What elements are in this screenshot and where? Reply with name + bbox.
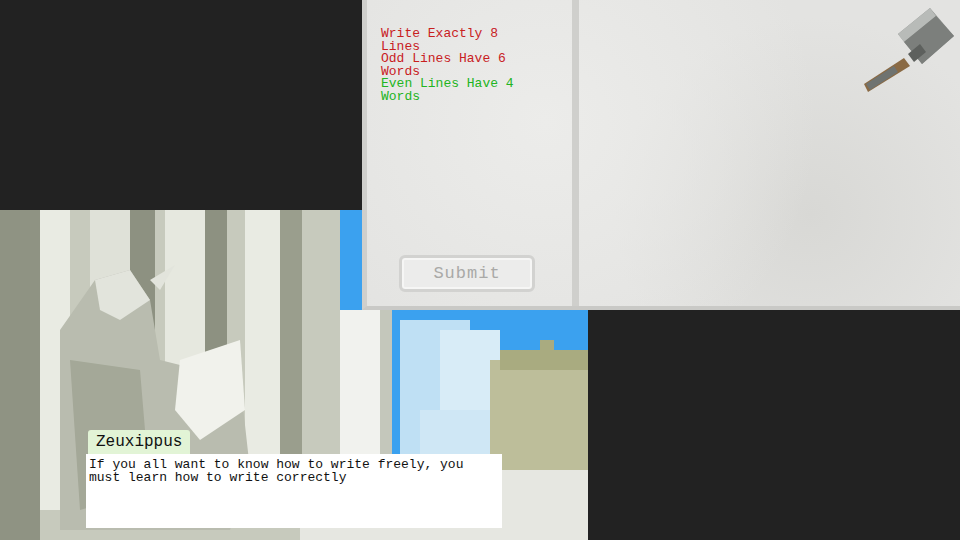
dialogue-box: ZeuxippusIf you all want to know how to …: [86, 430, 502, 528]
rule-item: Odd Lines Have 6 Words: [381, 53, 541, 78]
hammer-icon: [864, 4, 956, 96]
dialogue-text[interactable]: If you all want to know how to write fre…: [86, 454, 502, 528]
speaker-name: Zeuxippus: [88, 430, 190, 454]
rules-panel: Write Exactly 8 LinesOdd Lines Have 6 Wo…: [362, 0, 960, 310]
rule-item: Even Lines Have 4 Words: [381, 78, 541, 103]
rule-item: Write Exactly 8 Lines: [381, 28, 541, 53]
rule-list: Write Exactly 8 LinesOdd Lines Have 6 Wo…: [381, 28, 541, 103]
rules-panel-body: Write Exactly 8 LinesOdd Lines Have 6 Wo…: [367, 0, 960, 306]
submit-button[interactable]: Submit: [399, 255, 535, 292]
